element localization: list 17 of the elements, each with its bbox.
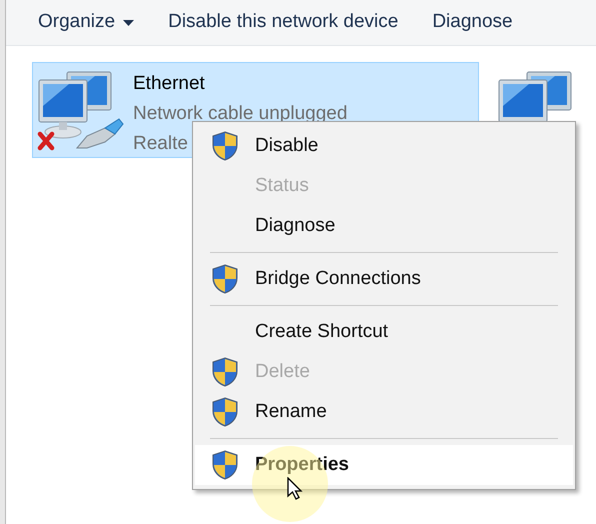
- menu-item[interactable]: Diagnose: [195, 206, 573, 246]
- menu-item[interactable]: Create Shortcut: [195, 312, 573, 352]
- toolbar-button[interactable]: Organize: [38, 8, 134, 37]
- adapter-device: Realte: [133, 132, 188, 156]
- shield-icon: [211, 397, 239, 427]
- shield-icon: [211, 357, 239, 387]
- menu-item[interactable]: Rename: [195, 392, 573, 432]
- toolbar-button[interactable]: Diagnose: [432, 8, 513, 37]
- shield-icon: [211, 450, 239, 480]
- shield-icon: [211, 264, 239, 294]
- adapter-name: Ethernet: [133, 72, 205, 96]
- cursor-icon: [287, 477, 303, 501]
- toolbar-button[interactable]: Disable this network device: [168, 8, 398, 37]
- dropdown-arrow-icon: [123, 20, 134, 26]
- menu-item[interactable]: Bridge Connections: [195, 259, 573, 299]
- menu-item[interactable]: Properties: [195, 445, 573, 485]
- shield-icon: [211, 131, 239, 161]
